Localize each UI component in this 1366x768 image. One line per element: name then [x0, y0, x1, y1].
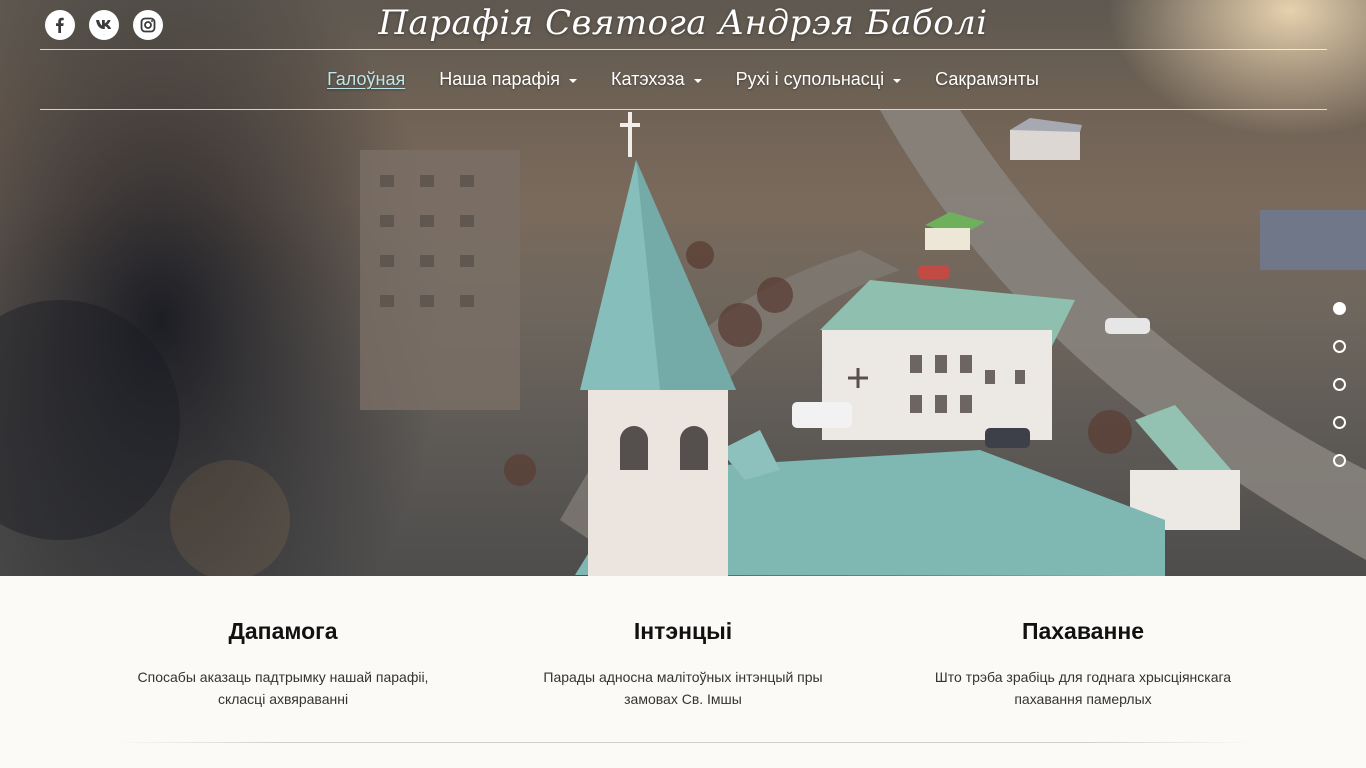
slider-dot-4[interactable]	[1333, 416, 1346, 429]
nav-item-catechesis[interactable]: Катэхэза	[594, 69, 719, 90]
slider-dot-1[interactable]	[1333, 302, 1346, 315]
feature-description: Спосабы аказаць падтрымку нашай парафіі,…	[137, 669, 429, 707]
feature-description: Парады адносна малітоўных інтэнцый пры за…	[543, 669, 823, 707]
main-navigation: Галоўная Наша парафія Катэхэза Рухі і су…	[0, 50, 1366, 109]
site-title[interactable]: Парафія Святога Андрэя Баболі	[0, 0, 1366, 46]
nav-item-our-parish[interactable]: Наша парафія	[422, 69, 594, 90]
hero-banner: Парафія Святога Андрэя Баболі Галоўная Н…	[0, 0, 1366, 576]
chevron-down-icon	[693, 78, 702, 83]
feature-title[interactable]: Пахаванне	[913, 616, 1253, 646]
slider-dot-3[interactable]	[1333, 378, 1346, 391]
chevron-down-icon	[569, 78, 578, 83]
feature-funeral[interactable]: Пахаванне Што трэба зрабіць для годнага …	[913, 616, 1253, 710]
nav-item-movements[interactable]: Рухі і супольнасці	[719, 69, 919, 90]
slider-dot-2[interactable]	[1333, 340, 1346, 353]
features-section: Дапамога Спосабы аказаць падтрымку нашай…	[0, 576, 1366, 768]
feature-intentions[interactable]: Інтэнцыі Парады адносна малітоўных інтэн…	[513, 616, 853, 710]
chevron-down-icon	[893, 78, 902, 83]
nav-item-sacraments[interactable]: Сакрамэнты	[918, 69, 1056, 90]
feature-title[interactable]: Дапамога	[113, 616, 453, 646]
nav-item-home[interactable]: Галоўная	[310, 69, 422, 90]
feature-description: Што трэба зрабіць для годнага хрысціянск…	[934, 669, 1232, 707]
header-divider-bottom	[40, 109, 1327, 110]
slider-dot-5[interactable]	[1333, 454, 1346, 467]
slider-pagination	[1333, 302, 1346, 467]
section-divider	[113, 742, 1253, 743]
feature-help[interactable]: Дапамога Спосабы аказаць падтрымку нашай…	[113, 616, 453, 710]
feature-title[interactable]: Інтэнцыі	[513, 616, 853, 646]
